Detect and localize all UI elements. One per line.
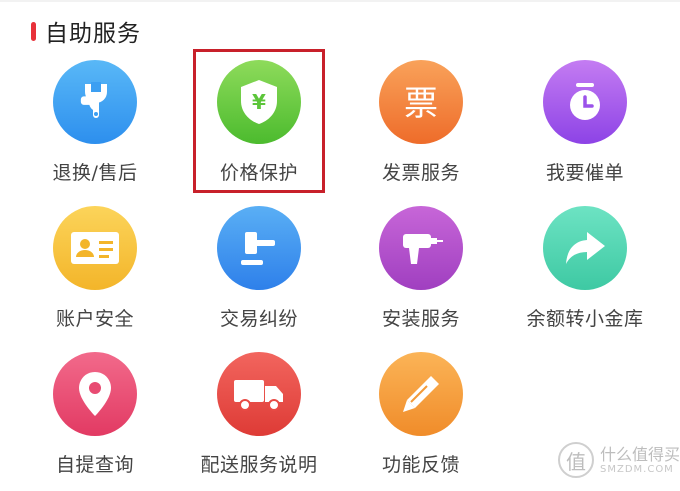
service-label: 我要催单	[545, 162, 624, 184]
service-delivery-info[interactable]: 配送服务说明	[184, 352, 334, 491]
service-label: 余额转小金库	[526, 308, 644, 330]
service-invoice[interactable]: 票 发票服务	[346, 60, 496, 200]
shield-yen-icon: ¥	[217, 60, 301, 144]
pencil-icon	[379, 352, 463, 436]
watermark: 值 什么值得买 SMZDM.COM	[558, 442, 680, 478]
service-price-protection[interactable]: ¥ 价格保护	[184, 60, 334, 200]
service-trade-dispute[interactable]: 交易纠纷	[184, 206, 334, 346]
invoice-icon: 票	[379, 60, 463, 144]
drill-icon	[379, 206, 463, 290]
service-label: 交易纠纷	[219, 308, 298, 330]
clock-icon	[543, 60, 627, 144]
gavel-icon	[217, 206, 301, 290]
service-label: 价格保护	[219, 162, 298, 184]
watermark-badge: 值	[558, 442, 594, 478]
watermark-main: 什么值得买	[600, 444, 680, 464]
service-grid: 退换/售后 ¥ 价格保护 票 发票服务 我要催单 账户安全 交易纠纷 安装服务 …	[0, 0, 680, 491]
service-balance-transfer[interactable]: 余额转小金库	[510, 206, 660, 346]
service-label: 自提查询	[55, 454, 134, 476]
watermark-text: 什么值得买 SMZDM.COM	[600, 444, 680, 475]
service-pickup-query[interactable]: 自提查询	[20, 352, 170, 491]
service-label: 功能反馈	[381, 454, 460, 476]
service-label: 配送服务说明	[200, 454, 318, 476]
svg-text:¥: ¥	[252, 90, 266, 114]
service-account-security[interactable]: 账户安全	[20, 206, 170, 346]
service-label: 安装服务	[381, 308, 460, 330]
location-pin-icon	[53, 352, 137, 436]
svg-text:票: 票	[404, 84, 438, 124]
service-feedback[interactable]: 功能反馈	[346, 352, 496, 491]
service-installation[interactable]: 安装服务	[346, 206, 496, 346]
forward-arrow-icon	[543, 206, 627, 290]
service-label: 发票服务	[381, 162, 460, 184]
service-label: 退换/售后	[52, 162, 138, 184]
watermark-sub: SMZDM.COM	[600, 463, 674, 475]
id-card-icon	[53, 206, 137, 290]
wrench-icon	[53, 60, 137, 144]
service-label: 账户安全	[55, 308, 134, 330]
delivery-truck-icon	[217, 352, 301, 436]
service-urge-order[interactable]: 我要催单	[510, 60, 660, 200]
service-returns-aftersale[interactable]: 退换/售后	[20, 60, 170, 200]
